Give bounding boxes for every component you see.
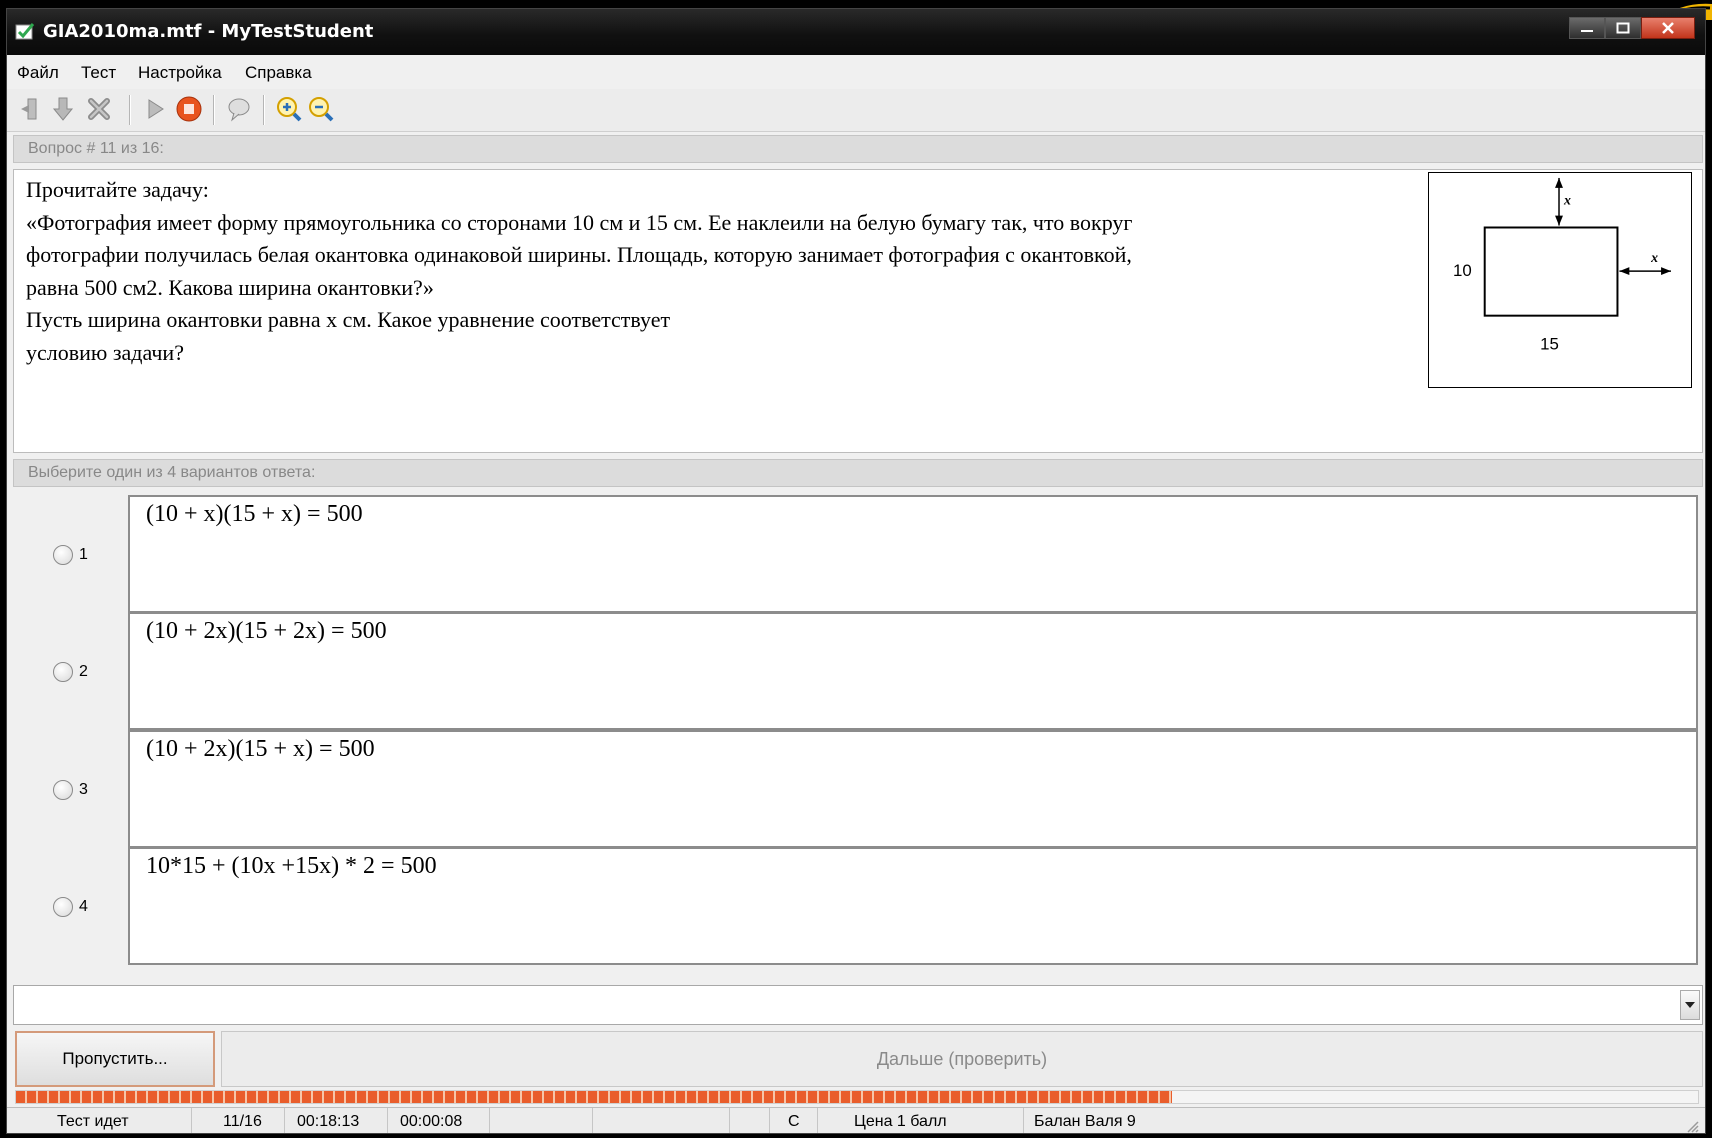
answer-box[interactable]: (10 + x)(15 + x) = 500 (128, 495, 1698, 613)
login-icon[interactable] (17, 95, 45, 123)
status-bar: Тест идет 11/16 00:18:13 00:00:08 C Цена… (7, 1107, 1705, 1133)
option-number: 3 (79, 781, 88, 798)
question-text: Прочитайте задачу: «Фотография имеет фор… (26, 174, 1421, 369)
skip-button[interactable]: Пропустить... (15, 1031, 215, 1087)
status-user: Балан Валя 9 (1034, 1113, 1136, 1130)
answer-option-2: 2 (10 + 2x)(15 + 2x) = 500 (13, 612, 1703, 730)
figure-label-height: 10 (1453, 261, 1472, 280)
answer-combo-box[interactable] (13, 985, 1703, 1025)
status-empty-cell (730, 1108, 770, 1133)
window-controls (1569, 17, 1695, 39)
next-check-button[interactable]: Дальше (проверить) (221, 1031, 1703, 1087)
window-title: GIA2010ma.mtf - MyTestStudent (43, 21, 374, 42)
download-icon[interactable] (49, 95, 77, 123)
menu-file[interactable]: Файл (17, 63, 59, 83)
status-flag: C (770, 1108, 818, 1133)
radio-option-3[interactable] (53, 780, 73, 800)
close-icon (1662, 22, 1674, 34)
toolbar-separator (129, 95, 131, 125)
answer-option-3: 3 (10 + 2x)(15 + x) = 500 (13, 730, 1703, 848)
answer-text: (10 + x)(15 + x) = 500 (146, 501, 363, 527)
status-time-total: 00:18:13 (285, 1108, 388, 1133)
question-line: Прочитайте задачу: (26, 177, 209, 202)
chat-icon[interactable] (225, 95, 253, 123)
radio-option-4[interactable] (53, 897, 73, 917)
status-empty-cell (490, 1108, 593, 1133)
answer-box[interactable]: 10*15 + (10x +15x) * 2 = 500 (128, 847, 1698, 965)
answer-text: 10*15 + (10x +15x) * 2 = 500 (146, 853, 437, 879)
answers-panel: 1 (10 + x)(15 + x) = 500 2 (10 + 2x)(15 … (13, 495, 1703, 977)
chevron-down-icon (1685, 1002, 1695, 1008)
close-button[interactable] (1641, 17, 1695, 39)
figure-label-x-right: x (1650, 251, 1658, 266)
status-time-question: 00:00:08 (388, 1108, 490, 1133)
toolbar-separator (213, 95, 215, 125)
answer-option-4: 4 10*15 + (10x +15x) * 2 = 500 (13, 847, 1703, 965)
option-number: 2 (79, 663, 88, 680)
answer-text: (10 + 2x)(15 + 2x) = 500 (146, 618, 387, 644)
question-header: Вопрос # 11 из 16: (13, 135, 1703, 163)
photo-rectangle (1483, 226, 1619, 317)
answer-box[interactable]: (10 + 2x)(15 + x) = 500 (128, 730, 1698, 848)
minimize-button[interactable] (1569, 17, 1605, 39)
status-counter: 11/16 (192, 1108, 285, 1133)
play-icon[interactable] (141, 95, 169, 123)
question-line: равна 500 см2. Какова ширина окантовки?» (26, 274, 434, 300)
maximize-icon (1616, 22, 1630, 34)
progress-bar (15, 1090, 1699, 1104)
radio-option-2[interactable] (53, 662, 73, 682)
menu-settings[interactable]: Настройка (138, 63, 222, 83)
combo-dropdown-button[interactable] (1680, 990, 1700, 1020)
photo-border-figure: x x 10 15 (1428, 172, 1692, 388)
menu-bar: Файл Тест Настройка Справка (7, 55, 1705, 89)
radio-option-1[interactable] (53, 545, 73, 565)
stop-icon[interactable] (175, 95, 203, 123)
answer-option-1: 1 (10 + x)(15 + x) = 500 (13, 495, 1703, 613)
question-line: фотографии получилась белая окантовка од… (26, 242, 1132, 267)
status-state: Тест идет (7, 1108, 192, 1133)
question-line: условию задачи? (26, 339, 184, 365)
question-line: Пусть ширина окантовки равна x см. Какое… (26, 307, 671, 332)
status-empty-cell (593, 1108, 730, 1133)
toolbar-separator (263, 95, 265, 125)
question-line: «Фотография имеет форму прямоугольника с… (26, 209, 1133, 235)
menu-help[interactable]: Справка (245, 63, 312, 83)
answer-box[interactable]: (10 + 2x)(15 + 2x) = 500 (128, 612, 1698, 730)
zoom-out-icon[interactable] (307, 95, 335, 123)
maximize-button[interactable] (1605, 17, 1641, 39)
app-window: GIA2010ma.mtf - MyTestStudent Файл Тест … (6, 8, 1706, 1134)
delete-icon[interactable] (85, 95, 113, 123)
app-checkmark-icon (15, 23, 35, 40)
minimize-icon (1581, 30, 1593, 32)
title-bar: GIA2010ma.mtf - MyTestStudent (7, 9, 1705, 55)
status-price: Цена 1 балл (818, 1108, 1024, 1133)
figure-label-x-top: x (1563, 194, 1571, 209)
resize-grip-icon[interactable] (1685, 1119, 1699, 1133)
option-number: 4 (79, 898, 88, 915)
question-panel: Прочитайте задачу: «Фотография имеет фор… (13, 169, 1703, 453)
progress-fill (16, 1091, 1173, 1103)
menu-test[interactable]: Тест (81, 63, 116, 83)
answer-text: (10 + 2x)(15 + x) = 500 (146, 736, 375, 762)
option-number: 1 (79, 546, 88, 563)
toolbar (7, 89, 1705, 132)
figure-label-width: 15 (1540, 334, 1559, 353)
zoom-in-icon[interactable] (275, 95, 303, 123)
answers-header: Выберите один из 4 вариантов ответа: (13, 459, 1703, 487)
